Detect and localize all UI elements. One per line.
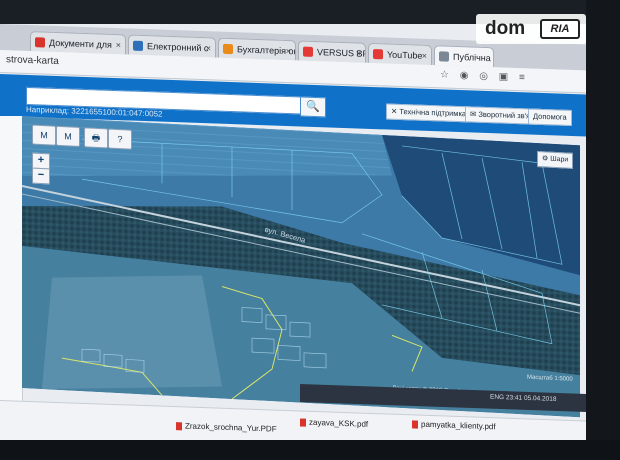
download-item[interactable]: pamyatka_klienty.pdf [412, 419, 496, 431]
layers-icon: ⚙ [542, 155, 551, 163]
pdf-icon [412, 420, 418, 429]
close-icon[interactable]: × [206, 38, 211, 57]
close-icon[interactable]: × [286, 41, 291, 60]
tab-favicon [35, 37, 45, 48]
pdf-icon [300, 418, 306, 427]
support-button[interactable]: ✕ Технічна підтримка [386, 103, 472, 123]
watermark-dom: dom [485, 18, 526, 39]
measure-area-tool[interactable]: М [56, 125, 80, 148]
screen: Документи для × Електронний с × Бухгалтері… [0, 0, 620, 460]
satellite-imagery [22, 116, 580, 418]
download-item[interactable]: Zrazok_srochna_Yur.PDF [176, 421, 277, 434]
left-panel [0, 116, 23, 416]
tab-favicon [133, 40, 143, 51]
tab-favicon [373, 49, 383, 60]
system-tray[interactable]: ENG 23:41 05.04.2018 [490, 394, 557, 403]
watermark-logo: dom RIA [476, 14, 586, 44]
tab-cadastre[interactable]: Публічна кадас [434, 45, 494, 68]
extension-icons[interactable]: ☆ ◉ ◎ ▣ ≡ [440, 69, 529, 83]
tab-accounting[interactable]: Бухгалтерія он × [218, 37, 296, 61]
info-tool[interactable]: ? [108, 128, 132, 150]
tab-favicon [303, 46, 313, 57]
monitor-bezel-right [586, 0, 620, 460]
search-button[interactable]: 🔍 [300, 96, 326, 118]
cursor-question-icon: ? [117, 134, 123, 145]
pdf-icon [176, 422, 182, 431]
monitor-bezel-bottom [0, 440, 620, 460]
watermark-ria: RIA [540, 19, 580, 39]
tab-favicon [223, 43, 233, 55]
address-bar[interactable]: strova-karta [6, 54, 59, 67]
cadastre-map[interactable]: М М 🖶 ? + − ⚙ Шари вул. Весела Масштаб 1… [22, 116, 580, 418]
close-icon[interactable]: × [116, 35, 121, 54]
printer-icon: 🖶 [91, 132, 101, 144]
measure-distance-tool[interactable]: М [32, 124, 56, 146]
tab-versus[interactable]: VERSUS BPM С× [298, 40, 366, 63]
close-icon[interactable]: × [356, 43, 361, 62]
help-button[interactable]: Допомога [528, 108, 572, 126]
tab-favicon [439, 51, 449, 62]
print-button[interactable]: 🖶 [84, 127, 108, 149]
layers-button[interactable]: ⚙ Шари [537, 150, 574, 169]
search-icon: 🔍 [306, 100, 320, 114]
close-icon[interactable]: × [422, 46, 427, 65]
zoom-out-button[interactable]: − [32, 167, 50, 185]
download-item[interactable]: zayava_KSK.pdf [300, 417, 368, 429]
tab-youtube[interactable]: YouTube × [368, 42, 432, 66]
